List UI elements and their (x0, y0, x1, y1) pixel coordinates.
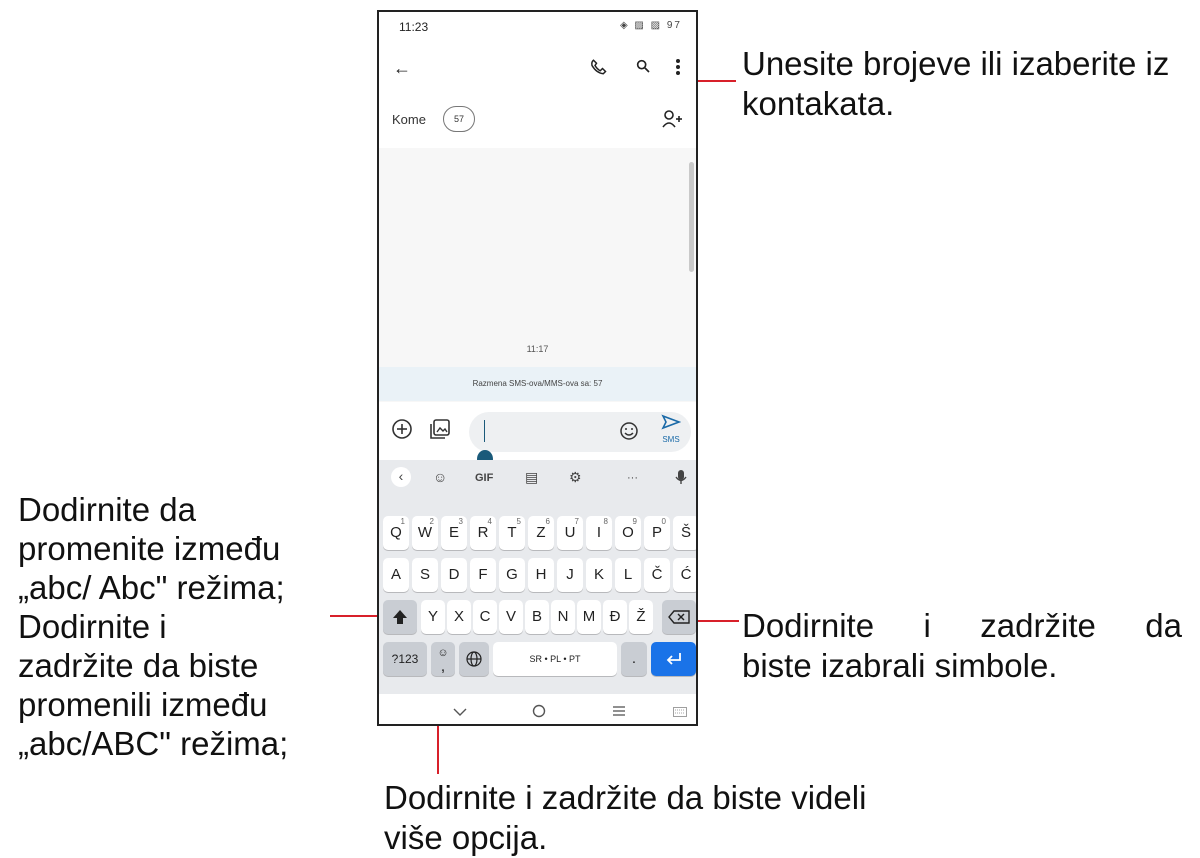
emoji-comma-key[interactable]: ☺ , (431, 642, 455, 676)
status-time: 11:23 (399, 20, 429, 34)
key-v[interactable]: V (499, 600, 523, 634)
annotation-line: zadržite da biste (18, 647, 259, 684)
send-label: SMS (662, 435, 680, 444)
key-č[interactable]: Č (644, 558, 670, 592)
annotation-line: promenili između (18, 686, 268, 723)
key-c[interactable]: C (473, 600, 497, 634)
language-key[interactable] (459, 642, 489, 676)
key-l[interactable]: L (615, 558, 641, 592)
app-toolbar: ← (379, 52, 696, 88)
call-icon[interactable] (589, 58, 607, 81)
emoji-icon[interactable] (619, 421, 639, 447)
scrollbar[interactable] (689, 162, 694, 272)
annotation-line: više opcija. (384, 818, 548, 856)
key-u[interactable]: U7 (557, 516, 583, 550)
keyboard: ‹ ☺ GIF ▤ ⚙ ··· Q1W2E3R4T5Z6U7I8O9P0Š AS… (379, 460, 696, 694)
annotation-line: „abc/ Abc" režima; (18, 569, 285, 606)
key-k[interactable]: K (586, 558, 612, 592)
enter-key[interactable] (651, 642, 696, 676)
keyboard-toolbar: ‹ ☺ GIF ▤ ⚙ ··· (379, 465, 696, 493)
conversation-area: 11:17 (379, 148, 696, 402)
callout-line (330, 615, 380, 617)
more-icon[interactable]: ··· (627, 472, 638, 484)
key-q[interactable]: Q1 (383, 516, 409, 550)
message-timestamp: 11:17 (526, 344, 549, 354)
period-key[interactable]: . (621, 642, 647, 676)
phone-screen: 11:23 ◈ ▨ ▨ 97 ← Kome 57 11:17 Razmena S… (377, 10, 698, 726)
annotation-text: Unesite brojeve ili izaberite iz kontaka… (742, 45, 1170, 122)
annotation-right-mid: Dodirnite i zadržite da biste izabrali s… (742, 606, 1182, 685)
annotation-line: promenite između (18, 530, 281, 567)
more-vert-icon[interactable] (675, 58, 681, 81)
key-r[interactable]: R4 (470, 516, 496, 550)
symbols-key[interactable]: ?123 (383, 642, 427, 676)
system-navbar (379, 698, 696, 724)
key-p[interactable]: P0 (644, 516, 670, 550)
key-w[interactable]: W2 (412, 516, 438, 550)
compose-bar: SMS (379, 404, 696, 468)
add-attachment-icon[interactable] (391, 418, 413, 446)
annotation-line: „abc/ABC" režima; (18, 725, 289, 762)
key-o[interactable]: O9 (615, 516, 641, 550)
nav-recents-icon[interactable] (612, 704, 626, 720)
key-s[interactable]: S (412, 558, 438, 592)
recipients-row: Kome 57 (379, 102, 696, 138)
annotation-line: Dodirnite i zadržite da biste videli (384, 779, 867, 816)
key-z[interactable]: Z6 (528, 516, 554, 550)
key-ž[interactable]: Ž (629, 600, 653, 634)
nav-home-icon[interactable] (532, 704, 546, 721)
gallery-icon[interactable] (429, 418, 451, 446)
annotation-line: Dodirnite da (18, 491, 196, 528)
annotation-line: Dodirnite i (18, 608, 167, 645)
clipboard-icon[interactable]: ▤ (525, 469, 538, 486)
key-đ[interactable]: Đ (603, 600, 627, 634)
key-b[interactable]: B (525, 600, 549, 634)
annotation-bottom: Dodirnite i zadržite da biste videli viš… (384, 778, 984, 857)
comma-label: , (440, 658, 446, 675)
key-i[interactable]: I8 (586, 516, 612, 550)
sticker-icon[interactable]: ☺ (433, 469, 447, 485)
space-key[interactable]: SR • PL • PT (493, 642, 617, 676)
key-m[interactable]: M (577, 600, 601, 634)
conversation-info: Razmena SMS-ova/MMS-ova sa: 57 (379, 367, 696, 401)
back-arrow-icon[interactable]: ← (393, 58, 411, 79)
nav-keyboard-icon[interactable] (673, 704, 687, 720)
key-f[interactable]: F (470, 558, 496, 592)
key-š[interactable]: Š (673, 516, 696, 550)
backspace-key[interactable] (662, 600, 696, 634)
annotation-line: biste izabrali simbole. (742, 646, 1058, 684)
key-a[interactable]: A (383, 558, 409, 592)
gif-button[interactable]: GIF (475, 472, 493, 484)
send-sms-button[interactable]: SMS (661, 414, 682, 444)
key-j[interactable]: J (557, 558, 583, 592)
key-n[interactable]: N (551, 600, 575, 634)
add-contact-icon[interactable] (662, 110, 684, 133)
search-icon[interactable] (635, 58, 651, 79)
key-y[interactable]: Y (421, 600, 445, 634)
status-bar: 11:23 ◈ ▨ ▨ 97 (379, 12, 696, 40)
status-icons: ◈ ▨ ▨ 97 (619, 20, 682, 31)
message-input[interactable]: SMS (469, 412, 691, 452)
key-t[interactable]: T5 (499, 516, 525, 550)
annotation-line: Dodirnite i zadržite da (742, 607, 1182, 644)
nav-back-icon[interactable] (453, 704, 467, 720)
collapse-icon[interactable]: ‹ (391, 467, 411, 487)
key-h[interactable]: H (528, 558, 554, 592)
annotation-left: Dodirnite da promenite između „abc/ Abc"… (18, 490, 338, 763)
key-x[interactable]: X (447, 600, 471, 634)
text-cursor (484, 420, 485, 442)
key-ć[interactable]: Ć (673, 558, 696, 592)
annotation-top-right: Unesite brojeve ili izaberite iz kontaka… (742, 44, 1192, 123)
key-d[interactable]: D (441, 558, 467, 592)
microphone-icon[interactable] (675, 469, 687, 488)
recipient-chip[interactable]: 57 (443, 106, 475, 132)
settings-icon[interactable]: ⚙ (569, 469, 582, 486)
key-g[interactable]: G (499, 558, 525, 592)
recipients-label: Kome (392, 112, 426, 127)
key-e[interactable]: E3 (441, 516, 467, 550)
shift-key[interactable] (383, 600, 417, 634)
